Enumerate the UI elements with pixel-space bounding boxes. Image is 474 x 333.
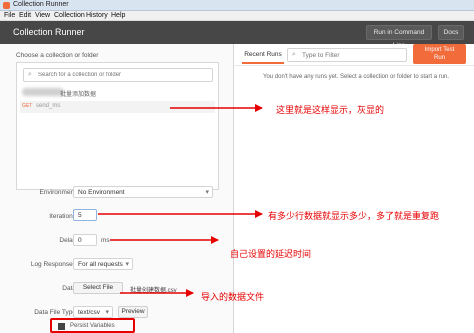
annotation-data-file: 导入的数据文件 [201,293,265,303]
annotation-collection: 这里就是这样显示，灰显的 [276,106,385,116]
annotation-iterations: 有多少行数据就显示多少，多了就是重复跑 [268,212,440,222]
annotation-delay: 自己设置的延迟时间 [230,250,312,260]
annotation-arrows [98,104,263,297]
